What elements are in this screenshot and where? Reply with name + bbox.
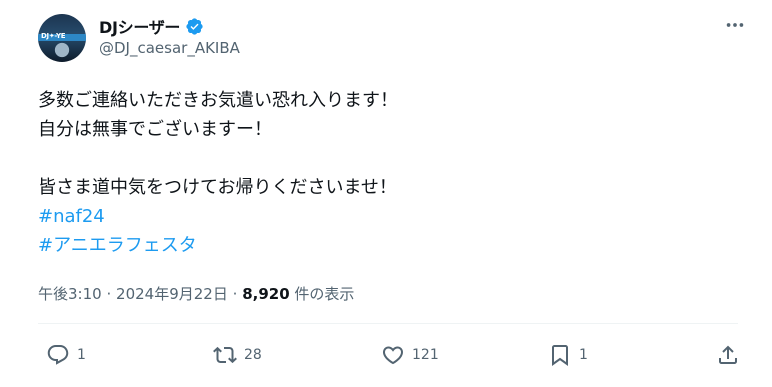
- tweet-line: 自分は無事でございますー！: [38, 119, 272, 140]
- post-time[interactable]: 午後3:10: [38, 285, 102, 303]
- meta-separator: ·: [106, 285, 112, 303]
- tweet-line: 多数ご連絡いただきお気遣い恐れ入ります！: [38, 90, 398, 111]
- view-count[interactable]: 8,920: [242, 285, 289, 303]
- bookmark-icon: [552, 345, 568, 366]
- divider: [38, 323, 738, 324]
- like-button[interactable]: 121: [381, 343, 439, 367]
- bookmark-button[interactable]: 1: [548, 343, 588, 367]
- display-name[interactable]: DJシーザー: [99, 14, 180, 38]
- more-dots-icon[interactable]: [724, 14, 746, 36]
- author-name-row: DJシーザー: [99, 14, 204, 38]
- tweet-meta: 午後3:10 · 2024年9月22日 · 8,920 件の表示: [38, 283, 354, 304]
- reply-icon: [47, 345, 69, 365]
- avatar[interactable]: DJ✦-YE: [38, 14, 86, 62]
- repost-button[interactable]: 28: [213, 343, 262, 367]
- avatar-logo-text: DJ✦-YE: [41, 32, 66, 40]
- share-button[interactable]: [716, 343, 740, 367]
- like-icon: [382, 346, 404, 365]
- hashtag-link[interactable]: #アニエラフェスタ: [38, 231, 738, 260]
- repost-count: 28: [244, 347, 262, 363]
- bookmark-count: 1: [579, 347, 588, 363]
- reply-button[interactable]: 1: [46, 343, 86, 367]
- like-count: 121: [412, 347, 439, 363]
- tweet-line: 皆さま道中気をつけてお帰りくださいませ！: [38, 177, 397, 198]
- view-count-label: 件の表示: [294, 285, 355, 303]
- hashtag-link[interactable]: #naf24: [38, 202, 738, 231]
- tweet-card: DJ✦-YE DJシーザー @DJ_caesar_AKIBA 多数ご連絡いただき…: [0, 0, 772, 387]
- user-handle[interactable]: @DJ_caesar_AKIBA: [99, 39, 240, 57]
- post-date[interactable]: 2024年9月22日: [116, 285, 228, 303]
- reply-count: 1: [77, 347, 86, 363]
- meta-separator: ·: [232, 285, 238, 303]
- share-icon: [719, 345, 737, 364]
- tweet-text: 多数ご連絡いただきお気遣い恐れ入ります！ 自分は無事でございますー！ 皆さま道中…: [38, 86, 738, 260]
- verified-badge-icon: [186, 17, 203, 35]
- repost-icon: [213, 346, 237, 364]
